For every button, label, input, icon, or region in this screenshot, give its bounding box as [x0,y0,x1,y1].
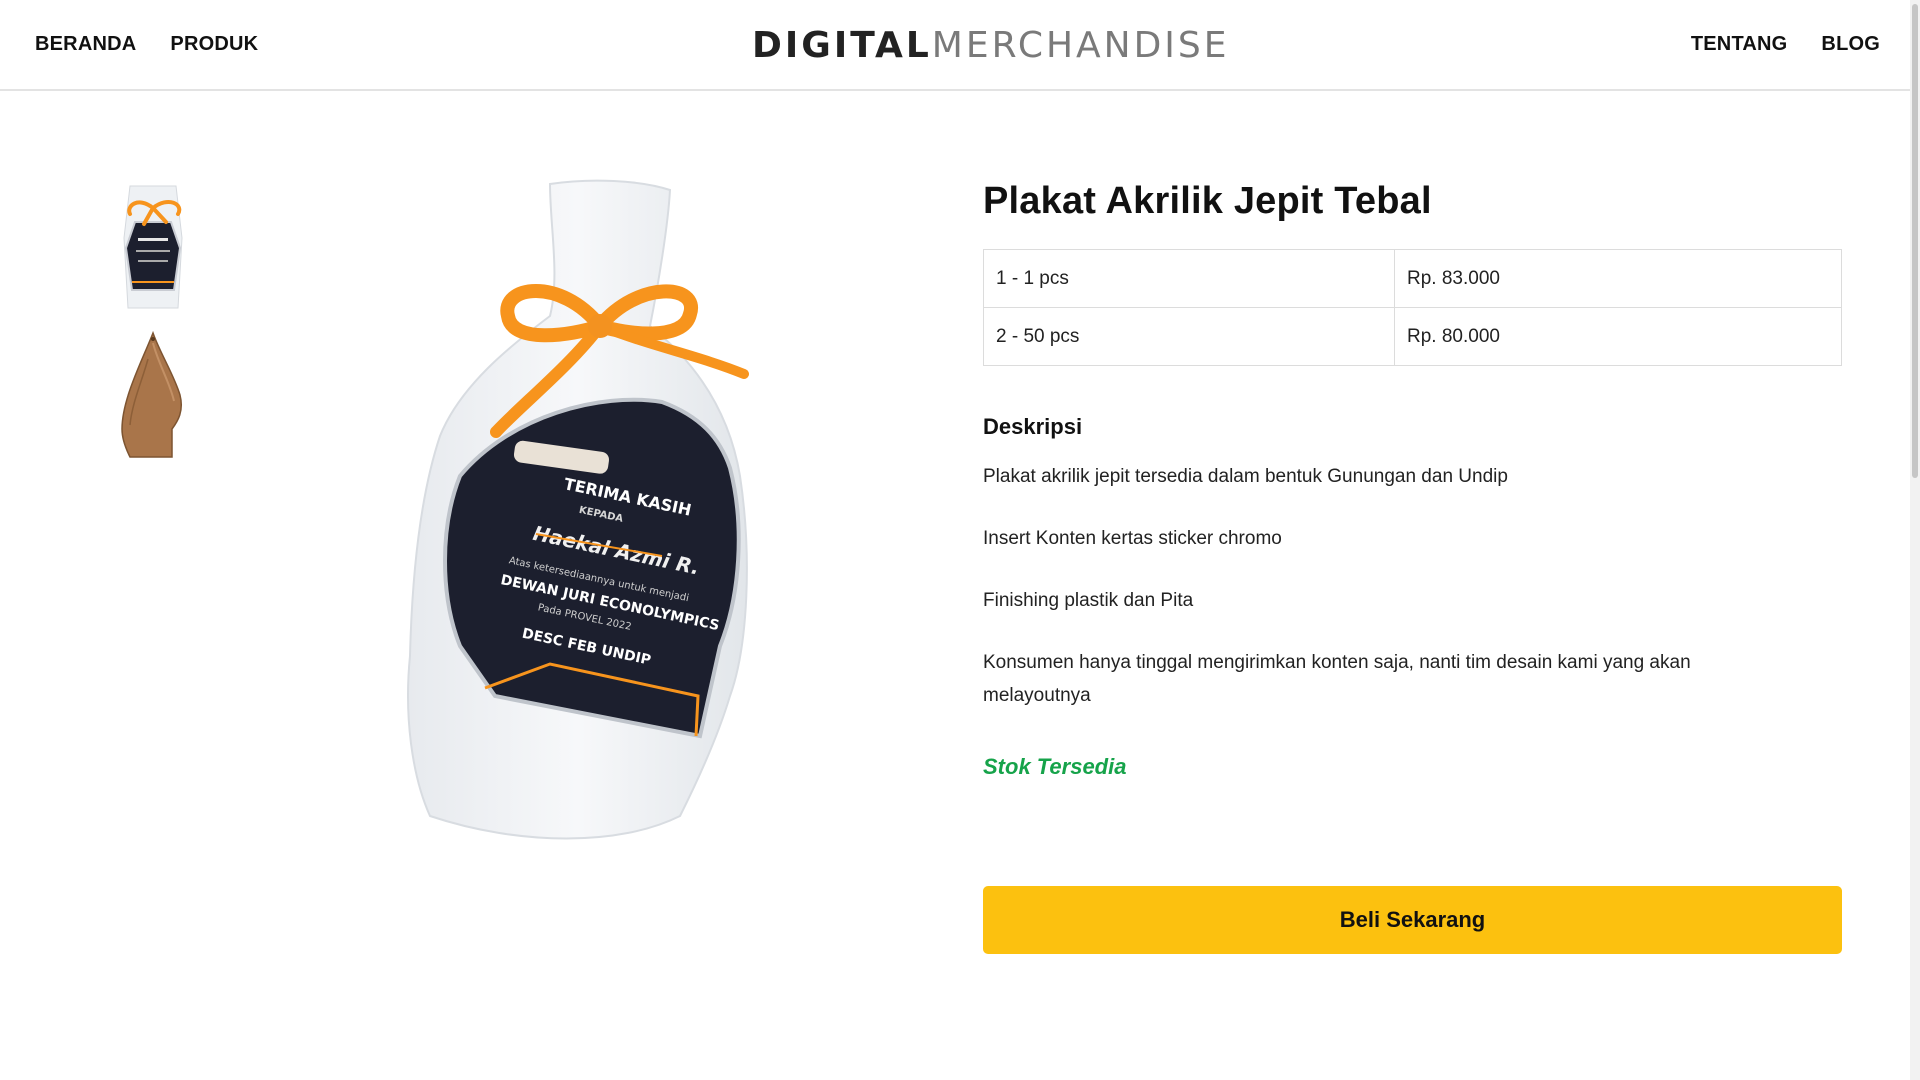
logo-text-bold: DIGITAL [752,25,932,66]
scrollbar-thumb[interactable] [1912,4,1918,478]
site-header: BERANDA PRODUK DIGITAL MERCHANDISE TENTAN… [0,0,1910,91]
thumbnail-wooden-gunungan[interactable] [108,329,198,464]
description-paragraph: Plakat akrilik jepit tersedia dalam bent… [983,466,1508,487]
price-value: Rp. 83.000 [1394,249,1842,308]
product-info: Plakat Akrilik Jepit Tebal 1 - 1 pcs Rp.… [983,180,1843,780]
product-thumbnails [108,178,204,480]
stock-status: Stok Tersedia [983,754,1127,779]
price-value: Rp. 80.000 [1394,307,1842,366]
product-main-image[interactable]: TERIMA KASIH KEPADA Haekal Azmi R. Atas … [400,176,820,866]
page-scrollbar[interactable] [1910,0,1920,1080]
price-row: 2 - 50 pcs Rp. 80.000 [983,307,1842,366]
site-logo[interactable]: DIGITAL MERCHANDISE [752,28,1230,64]
primary-nav-left: BERANDA PRODUK [35,33,258,56]
nav-link-beranda[interactable]: BERANDA [35,33,136,56]
description-paragraph: Insert Konten kertas sticker chromo [983,528,1282,549]
description-paragraph: Finishing plastik dan Pita [983,590,1194,611]
product-title: Plakat Akrilik Jepit Tebal [983,180,1432,222]
price-qty: 2 - 50 pcs [983,307,1395,366]
price-table: 1 - 1 pcs Rp. 83.000 2 - 50 pcs Rp. 80.0… [983,249,1842,366]
thumbnail-plaque-wrapped[interactable] [108,178,198,313]
nav-link-blog[interactable]: BLOG [1821,33,1880,56]
description-heading: Deskripsi [983,414,1083,439]
price-qty: 1 - 1 pcs [983,249,1395,308]
price-row: 1 - 1 pcs Rp. 83.000 [983,249,1842,308]
primary-nav-right: TENTANG BLOG [1691,33,1880,56]
logo-text-light: MERCHANDISE [931,25,1230,66]
nav-link-tentang[interactable]: TENTANG [1691,33,1788,56]
description-paragraph: Konsumen hanya tinggal mengirimkan konte… [983,652,1691,706]
nav-link-produk[interactable]: PRODUK [170,33,258,56]
buy-now-button[interactable]: Beli Sekarang [983,886,1842,954]
